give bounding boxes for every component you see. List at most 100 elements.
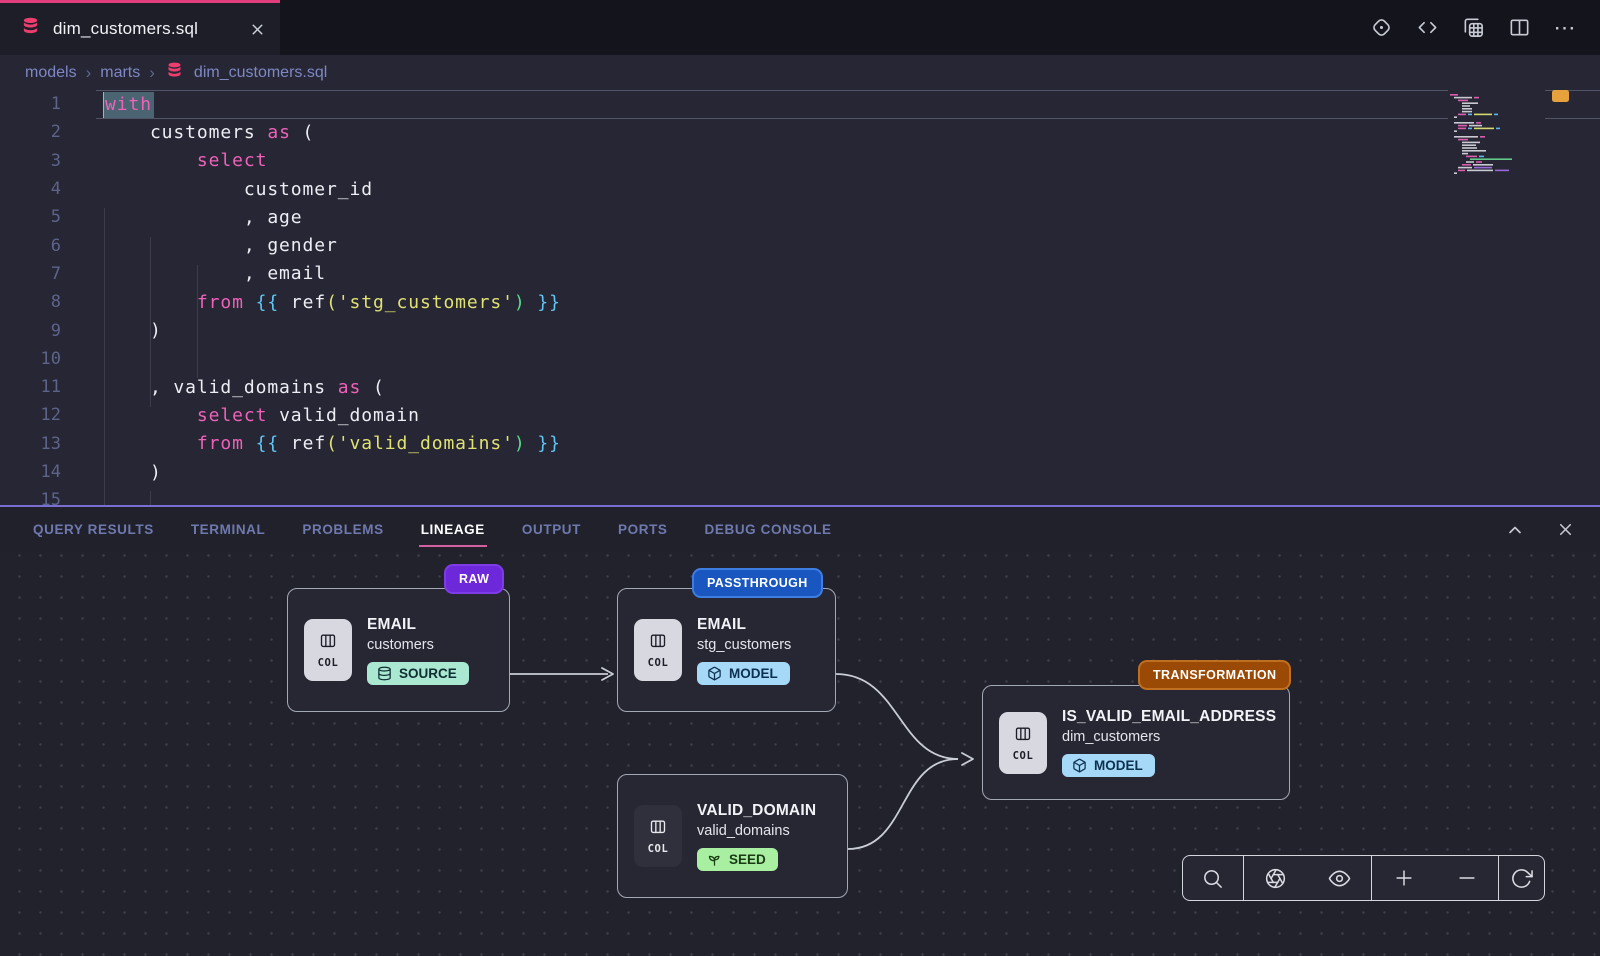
column-tile-label: COL <box>648 657 669 669</box>
panel-tab-query-results[interactable]: QUERY RESULTS <box>33 507 154 552</box>
panel-tab-lineage[interactable]: LINEAGE <box>421 507 485 552</box>
node-type-badge-seed: SEED <box>697 848 778 871</box>
column-tile: COL <box>304 619 352 681</box>
close-icon[interactable] <box>1552 517 1578 543</box>
lineage-node-stg_customers[interactable]: COLEMAILstg_customersMODEL <box>617 588 836 712</box>
split-editor-icon[interactable] <box>1506 15 1532 41</box>
eye-icon[interactable] <box>1323 861 1357 895</box>
panel-tab-output[interactable]: OUTPUT <box>522 507 581 552</box>
code-line[interactable]: 5 , age <box>0 203 1600 231</box>
code-line-content: from {{ ref('stg_customers') }} <box>103 292 561 313</box>
code-token: ) <box>103 320 162 341</box>
breadcrumb-separator: › <box>149 63 155 83</box>
code-line[interactable]: 10 <box>0 345 1600 373</box>
toolbar-group <box>1183 856 1244 900</box>
column-tile: COL <box>634 805 682 867</box>
line-number: 13 <box>0 434 65 454</box>
editor-tab-bar: dim_customers.sql ⋯ <box>0 0 1600 55</box>
code-token <box>279 433 291 454</box>
lineage-node-valid_domains[interactable]: COLVALID_DOMAINvalid_domainsSEED <box>617 774 848 898</box>
more-actions-icon[interactable]: ⋯ <box>1552 15 1578 41</box>
zoom-out-icon[interactable] <box>1450 861 1484 895</box>
panel-tab-ports[interactable]: PORTS <box>618 507 668 552</box>
code-line[interactable]: 3 select <box>0 147 1600 175</box>
column-tile-label: COL <box>1013 750 1034 762</box>
column-tile: COL <box>999 712 1047 774</box>
lineage-canvas[interactable]: RAWCOLEMAILcustomersSOURCEPASSTHROUGHCOL… <box>0 552 1600 956</box>
breadcrumb-marts[interactable]: marts <box>100 64 140 82</box>
node-type-badge-model: MODEL <box>697 662 790 685</box>
breadcrumb-models[interactable]: models <box>25 64 77 82</box>
code-token: ref <box>291 292 326 313</box>
tab-title: dim_customers.sql <box>53 19 237 39</box>
code-token: ( <box>326 433 338 454</box>
code-line[interactable]: 12 select valid_domain <box>0 401 1600 429</box>
line-number: 4 <box>0 179 65 199</box>
editor-actions: ⋯ <box>1368 0 1600 55</box>
refresh-icon[interactable] <box>1505 861 1539 895</box>
code-line[interactable]: 8 from {{ ref('stg_customers') }} <box>0 288 1600 316</box>
code-line-content: with <box>103 94 154 115</box>
minimap[interactable] <box>1448 90 1545 178</box>
code-line[interactable]: 4 customer_id <box>0 175 1600 203</box>
code-token: , email <box>103 263 326 284</box>
aperture-icon[interactable] <box>1259 861 1293 895</box>
line-number: 6 <box>0 236 65 256</box>
node-column-name: EMAIL <box>367 616 469 634</box>
code-line[interactable]: 13 from {{ ref('valid_domains') }} <box>0 430 1600 458</box>
code-token: ) <box>103 462 162 483</box>
zoom-in-icon[interactable] <box>1387 861 1421 895</box>
code-token: }} <box>537 292 560 313</box>
panel-tab-problems[interactable]: PROBLEMS <box>302 507 383 552</box>
dbt-logo-icon[interactable] <box>1368 15 1394 41</box>
line-number: 5 <box>0 207 65 227</box>
code-token: ref <box>291 433 326 454</box>
code-line[interactable]: 15 <box>0 486 1600 505</box>
close-icon[interactable] <box>249 21 266 38</box>
code-lines: 1 with 2 customers as (3 select4 customer_… <box>0 90 1600 505</box>
line-number: 15 <box>0 490 65 505</box>
panel-tab-debug-console[interactable]: DEBUG CONSOLE <box>705 507 832 552</box>
code-token: customers <box>103 122 267 143</box>
code-line[interactable]: 7 , email <box>0 260 1600 288</box>
breadcrumb-file[interactable]: dim_customers.sql <box>194 64 327 82</box>
code-line-content: , age <box>103 207 303 228</box>
code-token: ( <box>361 377 384 398</box>
line-number: 10 <box>0 349 65 369</box>
toolbar-group <box>1372 856 1499 900</box>
code-line[interactable]: 6 , gender <box>0 231 1600 259</box>
code-line-content: , gender <box>103 235 338 256</box>
preview-table-icon[interactable] <box>1460 15 1486 41</box>
code-line[interactable]: 9 ) <box>0 316 1600 344</box>
code-line[interactable]: 14 ) <box>0 458 1600 486</box>
code-token: from <box>197 292 244 313</box>
lineage-node-customers[interactable]: COLEMAILcustomersSOURCE <box>287 588 510 712</box>
node-model-name: valid_domains <box>697 823 816 839</box>
code-icon[interactable] <box>1414 15 1440 41</box>
code-token: as <box>267 122 290 143</box>
code-editor[interactable]: 1 with 2 customers as (3 select4 customer_… <box>0 90 1600 505</box>
code-token: , gender <box>103 235 338 256</box>
panel-actions <box>1502 517 1600 543</box>
search-icon[interactable] <box>1196 861 1230 895</box>
code-token: 'stg_customers' <box>338 292 514 313</box>
column-tile-label: COL <box>318 657 339 669</box>
column-tile: COL <box>634 619 682 681</box>
code-line[interactable]: 1 with <box>0 90 1600 118</box>
code-line[interactable]: 2 customers as ( <box>0 118 1600 146</box>
panel-tab-terminal[interactable]: TERMINAL <box>191 507 266 552</box>
code-token: ) <box>514 292 526 313</box>
bottom-panel: QUERY RESULTS TERMINAL PROBLEMS LINEAGE OUTP… <box>0 505 1600 956</box>
columns-icon <box>1013 724 1033 749</box>
code-line[interactable]: 11 , valid_domains as ( <box>0 373 1600 401</box>
node-model-name: customers <box>367 637 469 653</box>
code-token <box>103 292 197 313</box>
chevron-up-icon[interactable] <box>1502 517 1528 543</box>
panel-tab-bar: QUERY RESULTS TERMINAL PROBLEMS LINEAGE OUTP… <box>0 507 1600 552</box>
lineage-node-dim_customers[interactable]: COLIS_VALID_EMAIL_ADDRESSdim_customersMO… <box>982 685 1290 800</box>
line-number: 1 <box>0 94 65 114</box>
tab-dim-customers[interactable]: dim_customers.sql <box>0 0 280 55</box>
code-token: select <box>197 405 267 426</box>
cube-icon <box>1072 758 1087 773</box>
code-token: {{ <box>256 292 279 313</box>
